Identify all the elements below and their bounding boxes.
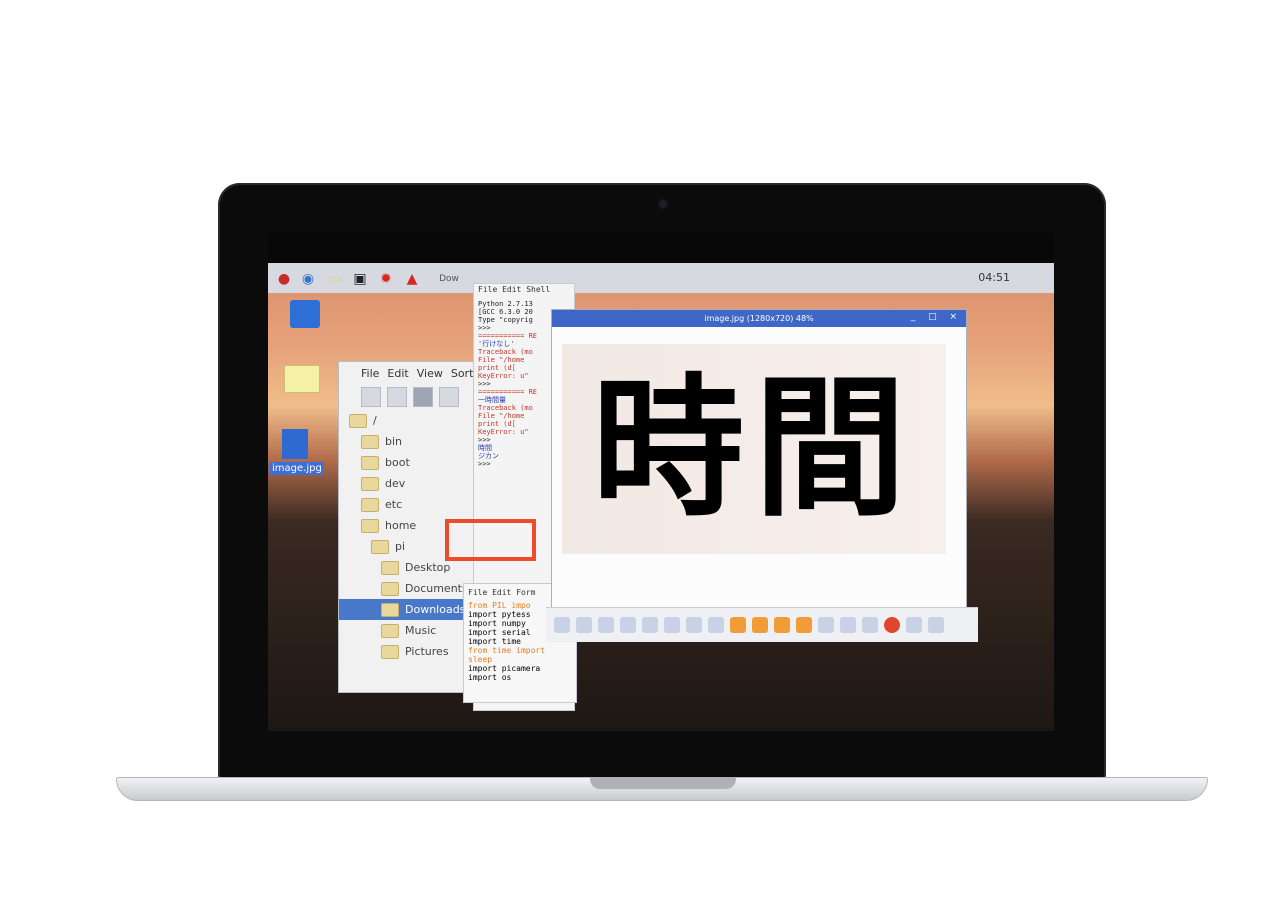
terminal-icon[interactable]: ▣ (350, 269, 370, 289)
image-viewer-window: image.jpg (1280x720) 48% _ □ × 時間 (551, 309, 967, 615)
shell-line: Python 2.7.13 (478, 300, 533, 308)
list-view-button[interactable] (439, 387, 459, 407)
image-viewer-title: image.jpg (1280x720) 48% (552, 310, 966, 327)
downloads-folder-icon (381, 602, 399, 617)
shell-menu-file[interactable]: File (478, 285, 497, 294)
original-size-icon[interactable] (686, 617, 702, 633)
zoom-in-icon[interactable] (620, 617, 636, 633)
image-file-icon (282, 429, 308, 459)
image-canvas: 時間 (562, 344, 946, 554)
laptop-screen: ● ◉ ▭ ▣ ✹ ▲ Dow 04:51 image.jpg File Edi… (268, 233, 1054, 731)
shell-menu-edit[interactable]: Edit (502, 285, 521, 294)
editor-line: import picamera (468, 664, 541, 673)
mathematica-icon[interactable]: ▲ (402, 269, 422, 289)
flip-horizontal-icon[interactable] (774, 617, 790, 633)
file-manager-icon[interactable]: ▭ (324, 269, 344, 289)
displayed-kanji: 時間 (592, 360, 916, 537)
desktop-image-file[interactable]: image.jpg (270, 429, 324, 485)
folder-icon (361, 434, 379, 449)
sidebar-toggle-button[interactable] (361, 387, 381, 407)
zoom-out-icon[interactable] (642, 617, 658, 633)
prev-icon[interactable] (554, 617, 570, 633)
editor-line: import os (468, 673, 512, 682)
webcam-icon (659, 200, 667, 208)
rotate-left-icon[interactable] (730, 617, 746, 633)
menu-view[interactable]: View (417, 367, 443, 380)
menu-sort[interactable]: Sort (451, 367, 474, 380)
editor-line: from time import sleep (468, 646, 546, 664)
clock: 04:51 (978, 271, 1010, 284)
play-icon[interactable] (598, 617, 614, 633)
flip-vertical-icon[interactable] (796, 617, 812, 633)
browser-icon[interactable]: ◉ (298, 269, 318, 289)
folder-icon[interactable] (284, 365, 320, 393)
window-controls[interactable]: _ □ × (911, 312, 962, 322)
image-file-label: image.jpg (270, 462, 324, 475)
save-as-icon[interactable] (862, 617, 878, 633)
music-folder-icon (381, 623, 399, 638)
editor-menu-edit[interactable]: Edit (492, 588, 511, 597)
icon-view-button[interactable] (387, 387, 407, 407)
highlight-box (445, 519, 536, 561)
desktop-folder-icon (381, 560, 399, 575)
shell-menubar: File Edit Shell (478, 286, 550, 294)
folder-icon (349, 413, 367, 428)
save-file-icon[interactable] (840, 617, 856, 633)
rotate-right-icon[interactable] (752, 617, 768, 633)
fit-icon[interactable] (664, 617, 680, 633)
pictures-folder-icon (381, 644, 399, 659)
menu-edit[interactable]: Edit (387, 367, 408, 380)
shell-menu-shell[interactable]: Shell (526, 285, 550, 294)
preferences-icon[interactable] (906, 617, 922, 633)
fullscreen-icon[interactable] (708, 617, 724, 633)
raspberry-menu-icon[interactable]: ● (274, 269, 294, 289)
documents-folder-icon (381, 581, 399, 596)
taskbar-folder-item[interactable]: Dow (434, 269, 464, 289)
folder-icon (361, 476, 379, 491)
folder-icon (361, 518, 379, 533)
image-viewer-toolbar (546, 607, 978, 642)
next-icon[interactable] (576, 617, 592, 633)
home-folder-icon (371, 539, 389, 554)
editor-menu-file[interactable]: File (468, 588, 487, 597)
folder-icon (361, 455, 379, 470)
menu-file[interactable]: File (361, 367, 379, 380)
trash-icon[interactable] (290, 300, 320, 328)
delete-icon[interactable] (884, 617, 900, 633)
thumbnail-view-button[interactable] (413, 387, 433, 407)
laptop-hinge-notch (590, 777, 736, 789)
editor-menu-format[interactable]: Form (516, 588, 535, 597)
open-file-icon[interactable] (818, 617, 834, 633)
folder-icon (361, 497, 379, 512)
wolfram-icon[interactable]: ✹ (376, 269, 396, 289)
exit-icon[interactable] (928, 617, 944, 633)
